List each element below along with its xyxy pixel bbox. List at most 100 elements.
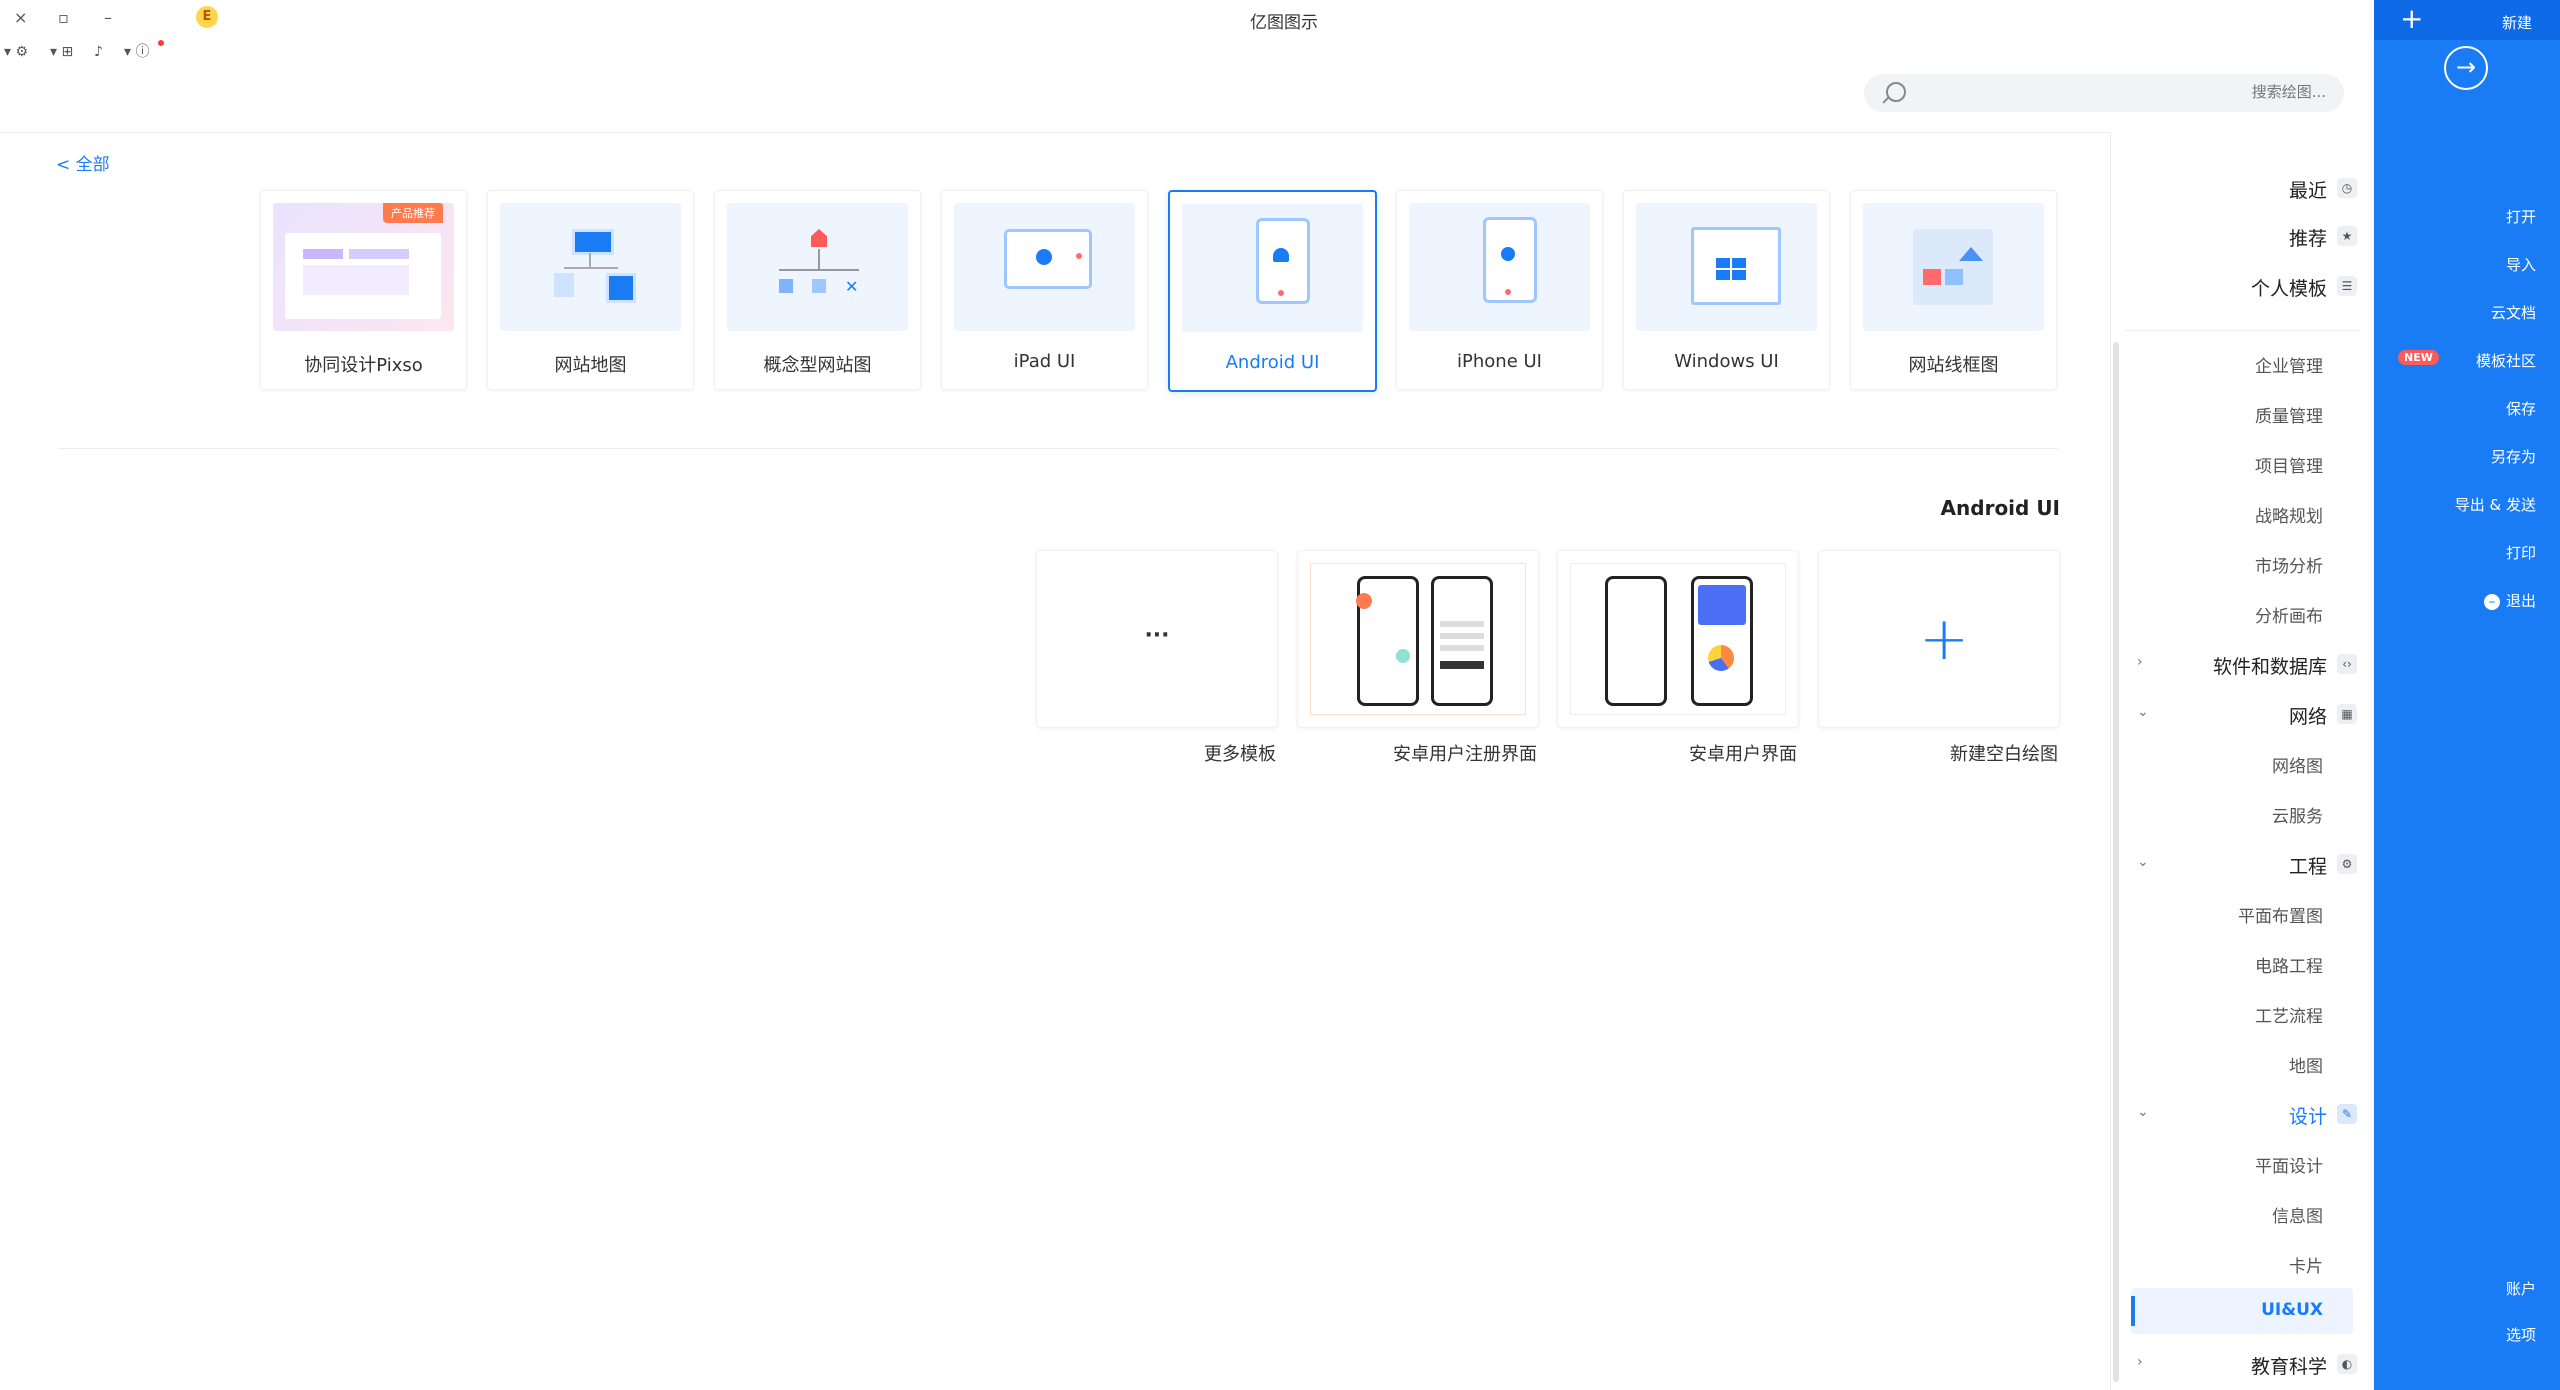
- chevron-down-icon[interactable]: ⌄: [2137, 854, 2149, 870]
- search-icon[interactable]: [1886, 82, 1906, 102]
- example-label: 更多模板: [1204, 744, 1276, 765]
- chevron-right-icon[interactable]: ›: [2137, 654, 2143, 670]
- toolbar-more-icon[interactable]: ▾ ⚙: [4, 42, 28, 62]
- nav-active-indicator: [2131, 1296, 2135, 1326]
- sidebar-item-export-send[interactable]: 导出 & 发送: [2455, 494, 2536, 515]
- nav-sub-enterprise[interactable]: 企业管理: [2255, 352, 2323, 377]
- template-label: iPad UI: [1013, 351, 1076, 372]
- sidebar-item-options[interactable]: 选项: [2506, 1324, 2536, 1345]
- chevron-down-icon[interactable]: ⌄: [2137, 1104, 2149, 1120]
- education-icon: ◐: [2337, 1354, 2357, 1374]
- network-icon: ▦: [2337, 704, 2357, 724]
- close-icon[interactable]: ×: [14, 8, 27, 28]
- android-icon: [1182, 204, 1363, 332]
- nav-sub-circuit[interactable]: 电路工程: [2255, 952, 2323, 977]
- plus-icon: +: [2400, 2, 2424, 35]
- nav-sub-map[interactable]: 地图: [2289, 1052, 2323, 1077]
- sidebar-item-new[interactable]: + 新建: [2374, 0, 2560, 40]
- ipad-icon: [954, 203, 1135, 331]
- nav-sub-cloud[interactable]: 云服务: [2272, 802, 2323, 827]
- sidebar-item-account[interactable]: 账户: [2506, 1278, 2536, 1299]
- nav-sub-floorplan[interactable]: 平面布置图: [2238, 902, 2323, 927]
- nav-sub-market[interactable]: 市场分析: [2255, 552, 2323, 577]
- sidebar-item-template-community[interactable]: 模板社区: [2476, 350, 2536, 371]
- template-label: Android UI: [1225, 352, 1320, 373]
- nav-sub-process[interactable]: 工艺流程: [2255, 1002, 2323, 1027]
- search-box[interactable]: [1864, 74, 2344, 112]
- example-label: 安卓用户注册界面: [1393, 744, 1537, 765]
- nav-group-education[interactable]: 教育科学: [2251, 1352, 2327, 1379]
- nav-item-recommended[interactable]: 推荐: [2289, 224, 2327, 251]
- nav-item-recent[interactable]: 最近: [2289, 176, 2327, 203]
- plus-icon: +: [1919, 604, 1970, 674]
- sidebar-item-import[interactable]: 导入: [2506, 254, 2536, 275]
- template-label: 协同设计Pixso: [304, 355, 423, 376]
- nav-group-network[interactable]: 网络: [2289, 702, 2327, 729]
- arrow-right-icon[interactable]: →: [2444, 46, 2488, 90]
- nav-sub-ui-ux[interactable]: UI&UX: [2261, 1300, 2323, 1320]
- sidebar-item-print[interactable]: 打印: [2506, 542, 2536, 563]
- template-card-wireframe[interactable]: 网站线框图: [1850, 190, 2057, 390]
- pixso-icon: 产品推荐: [273, 203, 454, 331]
- template-label: 概念型网站图: [763, 355, 872, 376]
- nav-sub-quality[interactable]: 质量管理: [2255, 402, 2323, 427]
- template-icon: ☰: [2337, 276, 2357, 296]
- code-icon: ‹›: [2337, 654, 2357, 674]
- sitemap-icon: [500, 203, 681, 331]
- chevron-down-icon[interactable]: ⌄: [2137, 704, 2149, 720]
- nav-group-design[interactable]: 设计: [2289, 1102, 2327, 1129]
- template-card-concept-site[interactable]: ✕ 概念型网站图: [714, 190, 921, 390]
- nav-sub-project[interactable]: 项目管理: [2255, 452, 2323, 477]
- sidebar-item-cloud[interactable]: 云文档: [2491, 302, 2536, 323]
- sidebar-item-save[interactable]: 保存: [2506, 398, 2536, 419]
- nav-sub-card[interactable]: 卡片: [2289, 1252, 2323, 1277]
- nav-sub-canvas[interactable]: 分析画布: [2255, 602, 2323, 627]
- template-card-iphone-ui[interactable]: iPhone UI: [1396, 190, 1603, 390]
- new-badge: NEW: [2398, 350, 2439, 365]
- example-android-ui-card[interactable]: [1557, 550, 1799, 728]
- nav-item-personal-templates[interactable]: 个人模板: [2251, 274, 2327, 301]
- minimize-icon[interactable]: –: [104, 8, 112, 28]
- template-card-ipad-ui[interactable]: iPad UI: [941, 190, 1148, 390]
- nav-divider: [2125, 330, 2361, 331]
- category-nav: ◷ 最近 ★ 推荐 ☰ 个人模板 企业管理 质量管理 项目管理 战略规划 市场分…: [2110, 132, 2375, 1390]
- apple-icon: [1409, 203, 1590, 331]
- nav-sub-graphic[interactable]: 平面设计: [2255, 1152, 2323, 1177]
- restore-icon[interactable]: ▫: [58, 8, 69, 28]
- design-icon: ✎: [2337, 1104, 2357, 1124]
- nav-sub-infographic[interactable]: 信息图: [2272, 1202, 2323, 1227]
- nav-group-engineering[interactable]: 工程: [2289, 852, 2327, 879]
- search-input[interactable]: [1944, 82, 2328, 102]
- example-thumbnail: [1310, 563, 1526, 715]
- nav-sub-network-diagram[interactable]: 网络图: [2272, 752, 2323, 777]
- sidebar-item-save-as[interactable]: 另存为: [2491, 446, 2536, 467]
- template-card-android-ui[interactable]: Android UI: [1168, 190, 1377, 392]
- vip-icon[interactable]: E: [196, 6, 218, 28]
- template-card-windows-ui[interactable]: Windows UI: [1623, 190, 1830, 390]
- sidebar-item-exit[interactable]: – 退出: [2483, 590, 2536, 611]
- grid-icon[interactable]: ▾ ⊞: [50, 42, 73, 62]
- template-label: iPhone UI: [1457, 351, 1542, 372]
- chevron-right-icon[interactable]: ›: [2137, 1354, 2143, 1370]
- example-thumbnail: [1570, 563, 1786, 715]
- template-card-pixso[interactable]: 产品推荐 协同设计Pixso: [260, 190, 467, 390]
- wireframe-icon: [1863, 203, 2044, 331]
- nav-scrollbar[interactable]: [2113, 342, 2119, 1382]
- nav-group-software[interactable]: 软件和数据库: [2213, 652, 2327, 679]
- example-android-register-card[interactable]: [1297, 550, 1539, 728]
- help-icon[interactable]: ▾ ⓘ: [124, 42, 149, 62]
- clock-icon: ◷: [2337, 178, 2357, 198]
- new-blank-drawing-card[interactable]: +: [1818, 550, 2060, 728]
- back-to-all-link[interactable]: < 全部: [56, 150, 110, 175]
- more-templates-card[interactable]: ···: [1036, 550, 1278, 728]
- bell-icon[interactable]: ♪: [94, 42, 103, 62]
- section-divider: [58, 448, 2058, 449]
- notification-dot: [158, 40, 164, 46]
- template-card-sitemap[interactable]: 网站地图: [487, 190, 694, 390]
- sidebar-item-label: 新建: [2501, 14, 2532, 32]
- nav-sub-strategy[interactable]: 战略规划: [2255, 502, 2323, 527]
- title-bar: × ▫ – E ▾ ⚙ ▾ ⊞ ♪ ▾ ⓘ 亿图图示: [0, 0, 2374, 133]
- example-label: 新建空白绘图: [1950, 744, 2058, 765]
- sidebar-item-open[interactable]: 打开: [2506, 206, 2536, 227]
- template-label: 网站线框图: [1908, 355, 1999, 376]
